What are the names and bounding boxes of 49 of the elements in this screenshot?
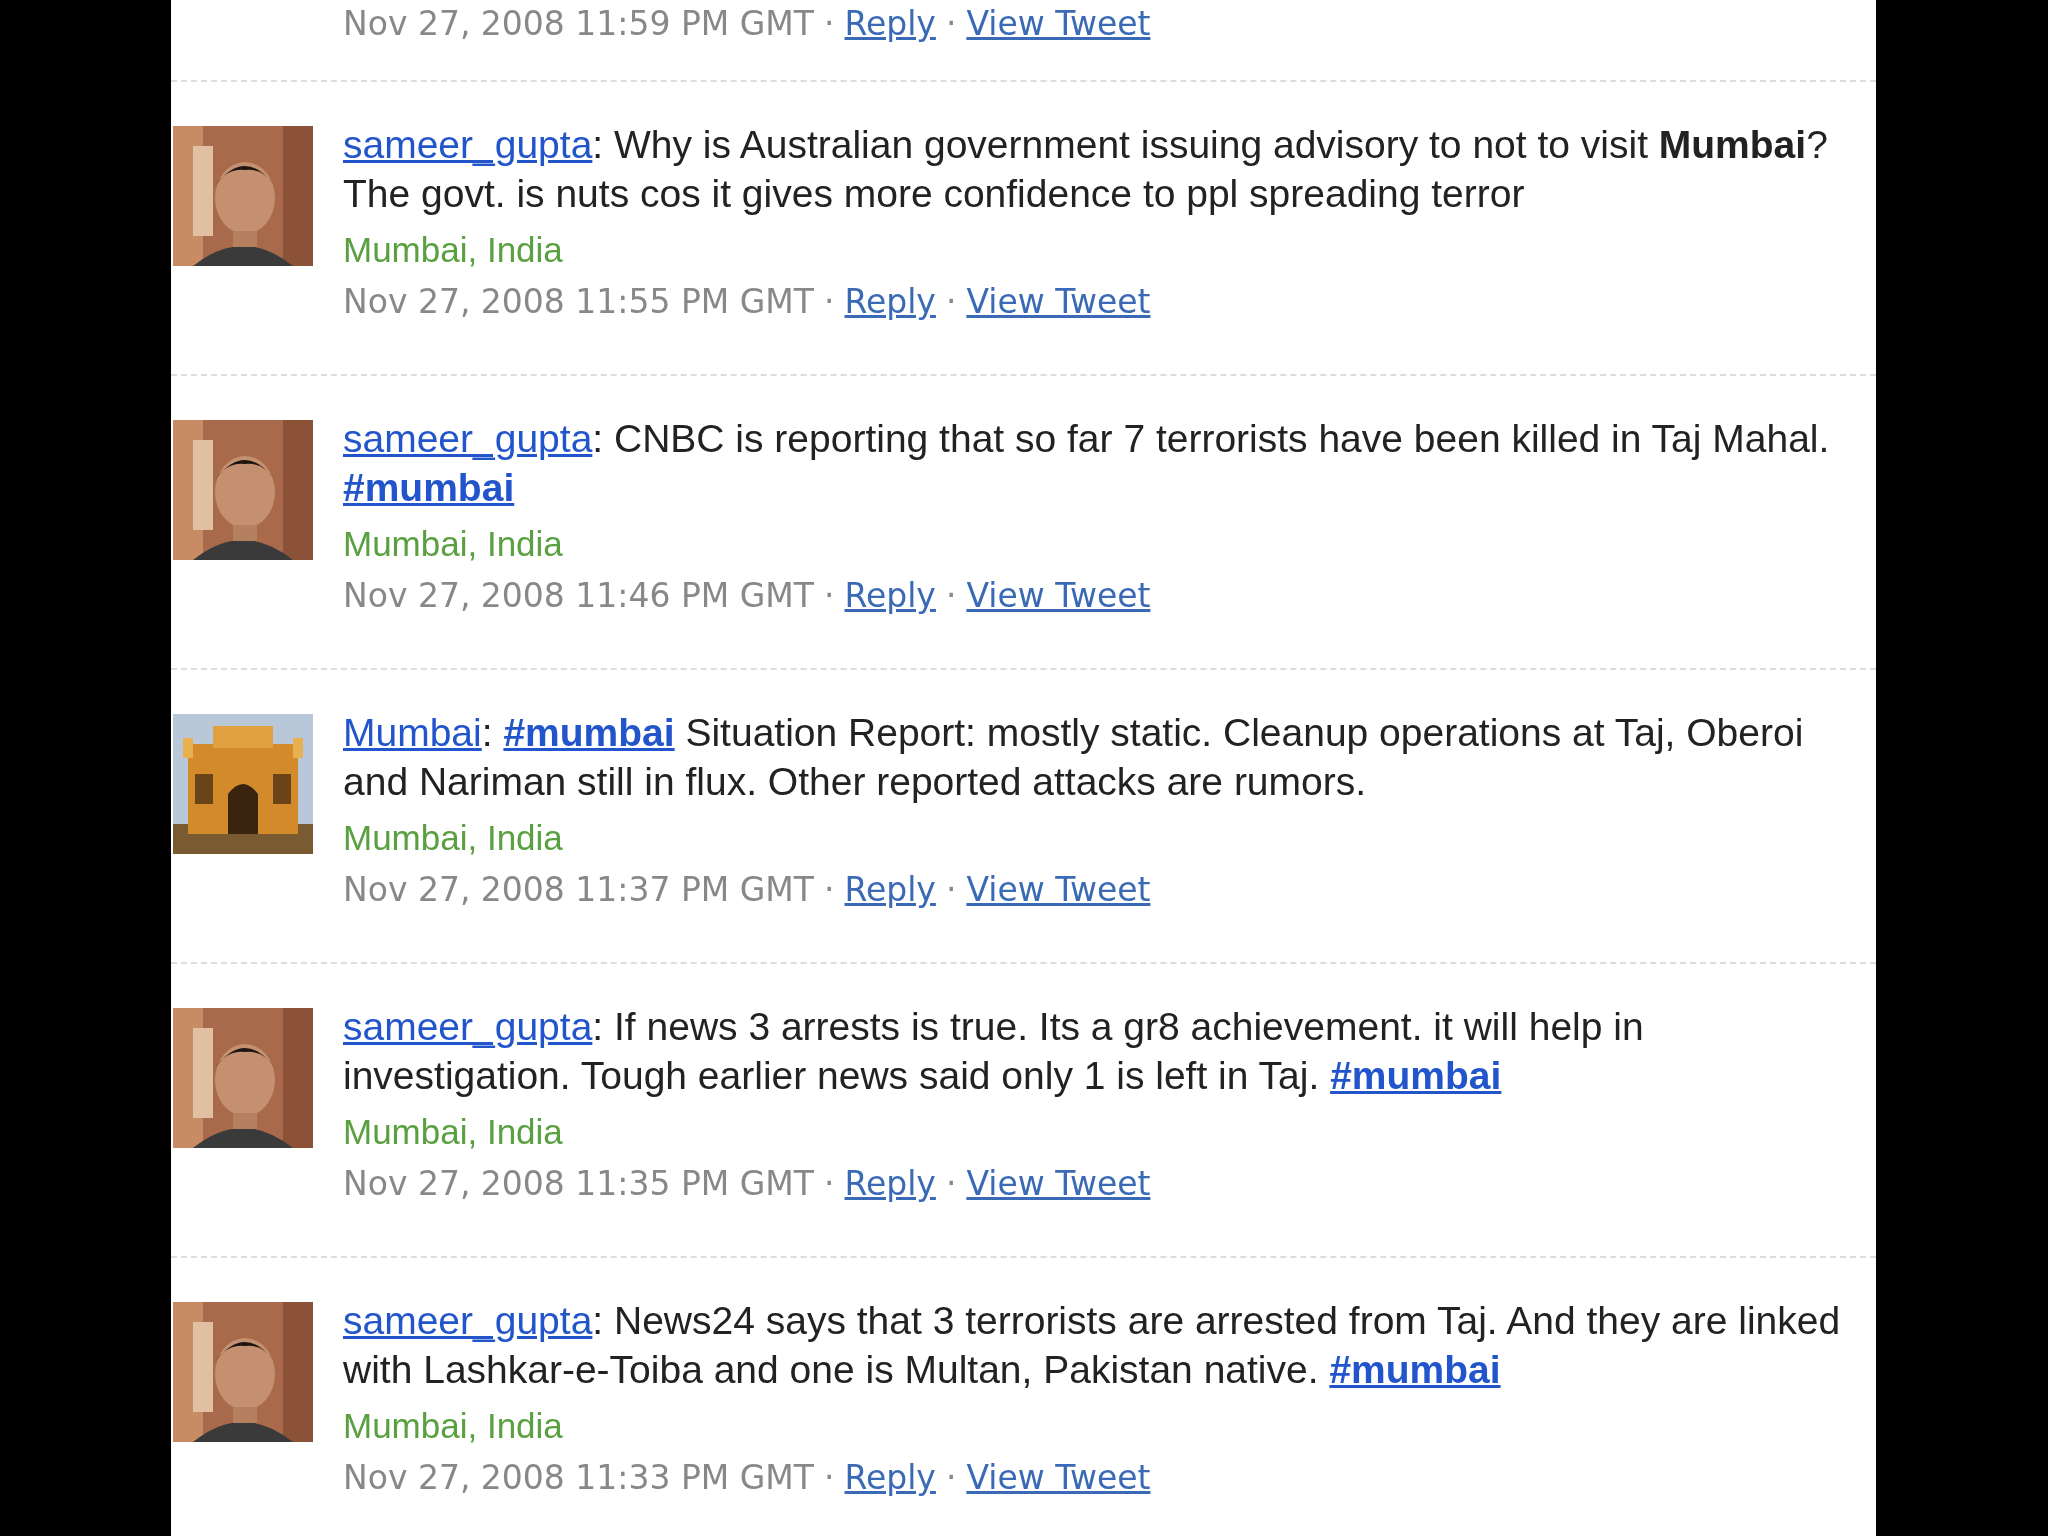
tweet-location: Mumbai, India (343, 523, 563, 565)
tweet-location: Mumbai, India (343, 1111, 563, 1153)
tweet-text: sameer_gupta: News24 says that 3 terrorists are arrested from Taj. And they are linked with Lashkar-e-Toiba and one is Multan, Pakistan native. #mumbai (343, 1298, 1842, 1393)
reply-link[interactable]: Reply (844, 870, 936, 909)
separator-dot: · (824, 4, 835, 43)
separator-dot: · (945, 870, 957, 909)
tweet-text: Mumbai: #mumbai Situation Report: mostly static. Cleanup operations at Taj, Oberoi and Nariman still in flux. Other reported attacks are rumors. (343, 710, 1805, 805)
view-tweet-link[interactable]: View Tweet (966, 1164, 1151, 1203)
view-tweet-link[interactable]: View Tweet (966, 4, 1151, 43)
reply-link[interactable]: Reply (844, 576, 936, 615)
tweet-date: Nov 27, 2008 11:33 PM GMT (343, 1458, 814, 1497)
tweet-date: Nov 27, 2008 11:37 PM GMT (343, 870, 814, 909)
separator-dot: · (945, 4, 957, 43)
username-link[interactable]: Mumbai (343, 711, 482, 754)
separator-dot: · (945, 1458, 957, 1497)
hashtag-link[interactable]: #mumbai (1329, 1348, 1501, 1391)
hashtag-link[interactable]: #mumbai (503, 711, 675, 754)
view-tweet-link[interactable]: View Tweet (966, 576, 1151, 615)
username-link[interactable]: sameer_gupta (343, 417, 593, 460)
username-link[interactable]: sameer_gupta (343, 123, 593, 166)
separator-dot: · (945, 1164, 957, 1203)
view-tweet-link[interactable]: View Tweet (966, 1458, 1151, 1497)
reply-link[interactable]: Reply (844, 4, 936, 43)
tweet-location: Mumbai, India (343, 1405, 563, 1447)
separator-dot: · (824, 576, 835, 615)
separator-dot: · (824, 1458, 835, 1497)
hashtag-link[interactable]: #mumbai (1330, 1054, 1502, 1097)
separator-dot: · (945, 576, 957, 615)
hashtag-link[interactable]: #mumbai (343, 466, 515, 509)
view-tweet-link[interactable]: View Tweet (966, 870, 1151, 909)
separator-dot: · (824, 870, 835, 909)
tweet-date: Nov 27, 2008 11:46 PM GMT (343, 576, 814, 615)
reply-link[interactable]: Reply (844, 282, 936, 321)
tweet-text: sameer_gupta: If news 3 arrests is true. Its a gr8 achievement. it will help in investigation. Tough earlier news said only 1 is left in Taj. #mumbai (343, 1004, 1645, 1099)
tweet-date: Nov 27, 2008 11:55 PM GMT (343, 282, 814, 321)
reply-link[interactable]: Reply (844, 1164, 936, 1203)
tweet-date: Nov 27, 2008 11:59 PM GMT (343, 4, 814, 43)
view-tweet-link[interactable]: View Tweet (966, 282, 1151, 321)
tweet-date: Nov 27, 2008 11:35 PM GMT (343, 1164, 814, 1203)
username-link[interactable]: sameer_gupta (343, 1005, 593, 1048)
separator-dot: · (824, 282, 835, 321)
separator-dot: · (945, 282, 957, 321)
username-link[interactable]: sameer_gupta (343, 1299, 593, 1342)
tweet-location: Mumbai, India (343, 229, 563, 271)
reply-link[interactable]: Reply (844, 1458, 936, 1497)
tweet-text: sameer_gupta: CNBC is reporting that so far 7 terrorists have been killed in Taj Mahal. #mumbai (343, 416, 1831, 511)
tweet-location: Mumbai, India (343, 817, 563, 859)
separator-dot: · (824, 1164, 835, 1203)
tweet-text: sameer_gupta: Why is Australian government issuing advisory to not to visit Mumbai? The govt. is nuts cos it gives more confidence to ppl spreading terror (343, 122, 1829, 217)
